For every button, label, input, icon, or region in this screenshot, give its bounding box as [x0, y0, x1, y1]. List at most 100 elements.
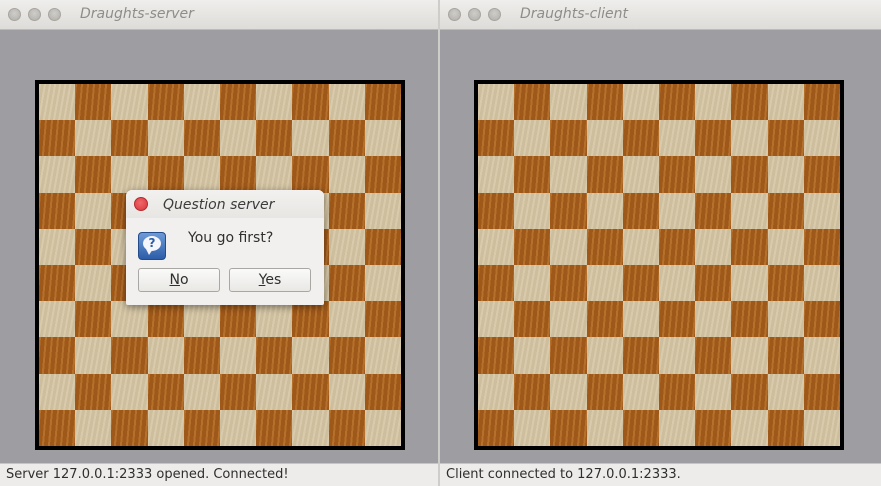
dialog-close-icon[interactable]	[134, 197, 148, 211]
board-square-dark[interactable]	[220, 301, 257, 338]
maximize-icon[interactable]	[48, 8, 61, 21]
board-square-dark[interactable]	[659, 84, 696, 121]
board-square-light[interactable]	[478, 156, 515, 193]
board-square-light[interactable]	[695, 373, 732, 410]
board-square-dark[interactable]	[147, 156, 184, 193]
board-square-light[interactable]	[292, 337, 329, 374]
board-square-dark[interactable]	[220, 84, 257, 121]
board-square-dark[interactable]	[550, 337, 587, 374]
board-square-dark[interactable]	[147, 373, 184, 410]
board-square-dark[interactable]	[183, 409, 220, 446]
board-square-light[interactable]	[256, 84, 293, 121]
board-square-light[interactable]	[767, 228, 804, 265]
board-square-light[interactable]	[622, 301, 659, 338]
board-square-light[interactable]	[659, 409, 696, 446]
board-square-light[interactable]	[731, 409, 768, 446]
board-square-light[interactable]	[183, 373, 220, 410]
board-square-dark[interactable]	[183, 120, 220, 157]
board-square-light[interactable]	[803, 120, 840, 157]
board-square-light[interactable]	[364, 120, 401, 157]
board-square-light[interactable]	[39, 156, 76, 193]
board-square-dark[interactable]	[695, 337, 732, 374]
board-square-light[interactable]	[75, 192, 112, 229]
board-square-light[interactable]	[586, 192, 623, 229]
board-square-dark[interactable]	[75, 228, 112, 265]
board-square-light[interactable]	[550, 228, 587, 265]
board-square-dark[interactable]	[364, 373, 401, 410]
board-square-dark[interactable]	[328, 337, 365, 374]
board-square-dark[interactable]	[39, 409, 76, 446]
board-square-light[interactable]	[803, 192, 840, 229]
minimize-icon[interactable]	[28, 8, 41, 21]
board-square-dark[interactable]	[767, 265, 804, 302]
board-square-light[interactable]	[111, 156, 148, 193]
board-square-light[interactable]	[364, 337, 401, 374]
board-square-light[interactable]	[622, 228, 659, 265]
board-square-light[interactable]	[659, 192, 696, 229]
board-square-light[interactable]	[803, 337, 840, 374]
board-square-light[interactable]	[292, 409, 329, 446]
board-square-dark[interactable]	[514, 84, 551, 121]
board-square-dark[interactable]	[803, 156, 840, 193]
board-square-dark[interactable]	[803, 301, 840, 338]
board-square-dark[interactable]	[659, 156, 696, 193]
board-square-light[interactable]	[695, 301, 732, 338]
board-square-dark[interactable]	[478, 265, 515, 302]
yes-button[interactable]: Yes	[229, 268, 311, 292]
board-square-dark[interactable]	[550, 120, 587, 157]
board-square-light[interactable]	[111, 84, 148, 121]
board-square-light[interactable]	[328, 373, 365, 410]
board-square-dark[interactable]	[767, 120, 804, 157]
dialog-titlebar[interactable]: Question server	[126, 190, 324, 218]
board-square-light[interactable]	[622, 84, 659, 121]
board-square-dark[interactable]	[111, 120, 148, 157]
board-square-dark[interactable]	[292, 156, 329, 193]
board-square-dark[interactable]	[514, 301, 551, 338]
board-square-dark[interactable]	[111, 409, 148, 446]
board-square-light[interactable]	[586, 337, 623, 374]
board-square-light[interactable]	[111, 373, 148, 410]
board-square-dark[interactable]	[695, 120, 732, 157]
board-square-light[interactable]	[586, 265, 623, 302]
board-square-light[interactable]	[803, 265, 840, 302]
board-square-dark[interactable]	[111, 337, 148, 374]
board-square-dark[interactable]	[695, 265, 732, 302]
board-square-dark[interactable]	[39, 337, 76, 374]
board-square-light[interactable]	[767, 156, 804, 193]
board-square-dark[interactable]	[478, 409, 515, 446]
board-square-light[interactable]	[39, 373, 76, 410]
board-square-dark[interactable]	[39, 265, 76, 302]
board-square-light[interactable]	[550, 84, 587, 121]
board-square-dark[interactable]	[256, 409, 293, 446]
board-square-dark[interactable]	[328, 265, 365, 302]
board-square-dark[interactable]	[803, 228, 840, 265]
board-square-light[interactable]	[622, 373, 659, 410]
board-square-dark[interactable]	[622, 337, 659, 374]
board-square-light[interactable]	[220, 337, 257, 374]
board-square-light[interactable]	[111, 301, 148, 338]
board-square-light[interactable]	[220, 409, 257, 446]
board-square-light[interactable]	[695, 228, 732, 265]
board-square-dark[interactable]	[695, 409, 732, 446]
board-square-light[interactable]	[803, 409, 840, 446]
board-square-light[interactable]	[767, 84, 804, 121]
board-square-dark[interactable]	[514, 373, 551, 410]
board-square-light[interactable]	[659, 265, 696, 302]
board-square-dark[interactable]	[586, 156, 623, 193]
board-square-dark[interactable]	[328, 192, 365, 229]
board-square-light[interactable]	[731, 192, 768, 229]
board-square-dark[interactable]	[731, 156, 768, 193]
board-square-light[interactable]	[550, 301, 587, 338]
board-square-light[interactable]	[147, 409, 184, 446]
board-square-dark[interactable]	[220, 156, 257, 193]
board-square-light[interactable]	[659, 120, 696, 157]
board-square-dark[interactable]	[695, 192, 732, 229]
board-square-dark[interactable]	[75, 301, 112, 338]
board-square-dark[interactable]	[478, 192, 515, 229]
board-square-light[interactable]	[514, 192, 551, 229]
board-square-light[interactable]	[731, 337, 768, 374]
board-square-light[interactable]	[256, 373, 293, 410]
board-square-dark[interactable]	[220, 373, 257, 410]
board-square-light[interactable]	[292, 120, 329, 157]
board-square-light[interactable]	[478, 84, 515, 121]
